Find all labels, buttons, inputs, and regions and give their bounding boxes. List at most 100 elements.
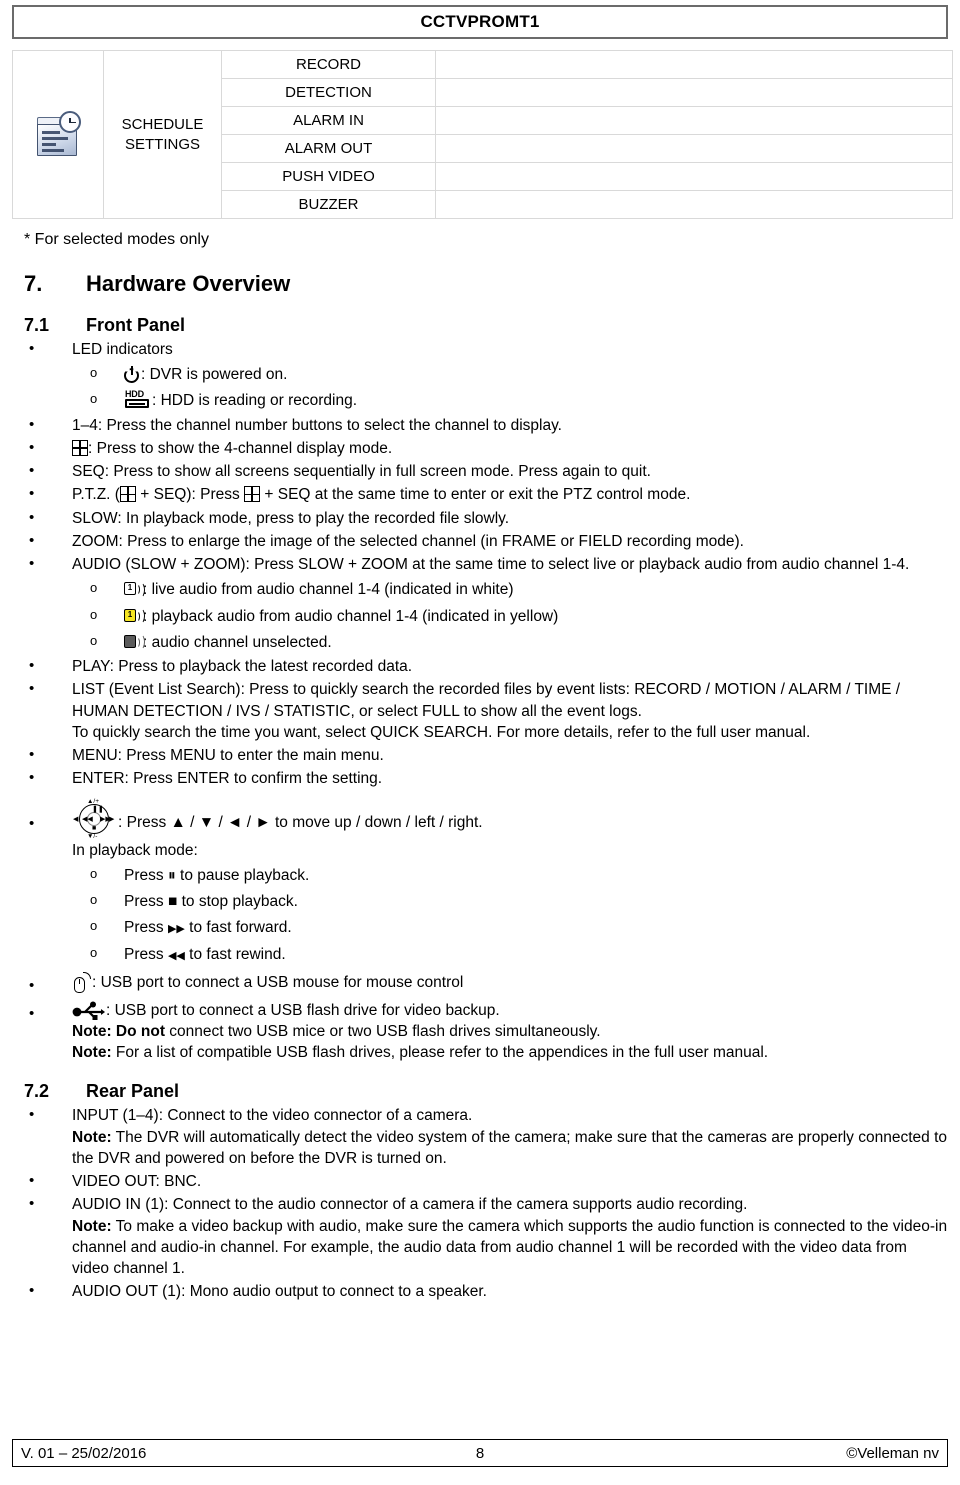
- bullet-disc: •: [29, 462, 35, 480]
- list-item-menu: • MENU: Press MENU to enter the main men…: [12, 745, 948, 766]
- schedule-label-line2: SETTINGS: [124, 135, 200, 153]
- subsection-number: 7.2: [24, 1081, 50, 1102]
- subsection-number: 7.1: [24, 315, 50, 335]
- navigation-text: : Press ▲ / ▼ / ◄ / ► to move up / down …: [118, 813, 483, 831]
- list-item-channel-buttons: • 1–4: Press the channel number buttons …: [12, 415, 948, 436]
- schedule-value-alarm-in: [435, 106, 953, 135]
- list-item-pause: o Press ⏸ to pause playback.: [72, 864, 948, 887]
- schedule-item-record: RECORD: [221, 50, 436, 79]
- footer-page-number: 8: [475, 1444, 485, 1462]
- quad-display-text: : Press to show the 4-channel display mo…: [88, 439, 393, 457]
- schedule-value-detection: [435, 78, 953, 107]
- zoom-text: ZOOM: Press to enlarge the image of the …: [72, 532, 744, 550]
- clock-icon: [59, 110, 81, 133]
- bullet-disc: •: [29, 1106, 35, 1124]
- list-item-slow: • SLOW: In playback mode, press to play …: [12, 508, 948, 529]
- stop-icon: ■: [167, 893, 178, 911]
- channel-buttons-text: 1–4: Press the channel number buttons to…: [72, 416, 562, 434]
- led-indicators-label: LED indicators: [72, 341, 173, 358]
- playback-controls-sublist: o Press ⏸ to pause playback. o Press ■ t…: [72, 864, 948, 966]
- seq-text: SEQ: Press to show all screens sequentia…: [72, 463, 651, 481]
- usb-flash-text: : USB port to connect a USB flash drive …: [106, 1001, 500, 1019]
- bullet-circle: o: [90, 365, 98, 381]
- bullet-circle: o: [90, 892, 98, 908]
- subsection-title: Rear Panel: [86, 1081, 180, 1102]
- list-item-zoom: • ZOOM: Press to enlarge the image of th…: [12, 531, 948, 552]
- audio-in-note-bold: Note:: [72, 1217, 112, 1235]
- list-item-usb-mouse: • : USB port to connect a USB mouse for …: [12, 971, 948, 994]
- page-title: CCTVPROMT1: [420, 12, 540, 31]
- list-item-power-led: o : DVR is powered on.: [72, 363, 948, 386]
- audio-in-text: AUDIO IN (1): Connect to the audio conne…: [72, 1196, 748, 1214]
- rew-pre: Press: [124, 945, 168, 963]
- list-item-video-out: • VIDEO OUT: BNC.: [12, 1171, 948, 1192]
- schedule-settings-label-cell: SCHEDULE SETTINGS: [103, 50, 222, 219]
- schedule-icon-cell: [12, 50, 104, 219]
- bullet-disc: •: [29, 438, 35, 456]
- schedule-item-alarm-in: ALARM IN: [221, 106, 436, 135]
- enter-text: ENTER: Press ENTER to confirm the settin…: [72, 770, 383, 788]
- bullet-disc: •: [29, 1195, 35, 1213]
- usb-note1-bold: Note: Do not: [72, 1023, 165, 1040]
- bullet-disc: •: [29, 531, 35, 549]
- list-text-line2: To quickly search the time you want, sel…: [72, 723, 811, 741]
- input-text: INPUT (1–4): Connect to the video connec…: [72, 1107, 473, 1125]
- bullet-circle: o: [90, 632, 98, 648]
- section-number: 7.: [24, 271, 43, 296]
- list-item-led-indicators: • LED indicators o : DVR is powered on. …: [12, 339, 948, 413]
- bullet-disc: •: [29, 976, 35, 994]
- list-item-audio: • AUDIO (SLOW + ZOOM): Press SLOW + ZOOM…: [12, 554, 948, 654]
- bullet-disc: •: [29, 485, 35, 503]
- list-item-hdd-led: o HDD : HDD is reading or recording.: [72, 389, 948, 412]
- bullet-disc: •: [29, 1282, 35, 1300]
- input-note-bold: Note:: [72, 1128, 112, 1146]
- list-item-ptz: • P.T.Z. ( + SEQ): Press + SEQ at the sa…: [12, 484, 948, 505]
- ptz-text-part2: + SEQ): Press: [135, 486, 245, 504]
- section-heading-front-panel: 7.1 Front Panel: [24, 315, 948, 336]
- list-text: LIST (Event List Search): Press to quick…: [72, 681, 901, 720]
- list-item-audio-live: o 1 : live audio from audio channel 1-4 …: [72, 578, 948, 601]
- rear-panel-list: • INPUT (1–4): Connect to the video conn…: [12, 1105, 948, 1302]
- bullet-disc: •: [29, 1172, 35, 1190]
- play-text: PLAY: Press to playback the latest recor…: [72, 658, 413, 676]
- ptz-text-part3: + SEQ at the same time to enter or exit …: [260, 486, 691, 504]
- usb-note1-rest: connect two USB mice or two USB flash dr…: [164, 1023, 601, 1040]
- quad-grid-icon: [72, 439, 88, 456]
- schedule-settings-table: SCHEDULE SETTINGS RECORD DETECTION ALARM…: [12, 50, 953, 219]
- power-icon: [124, 366, 141, 384]
- footnote-selected-modes: * For selected modes only: [24, 231, 209, 248]
- hdd-led-text: : HDD is reading or recording.: [152, 392, 358, 410]
- schedule-item-detection: DETECTION: [221, 78, 436, 107]
- usb-connector-icon: [72, 1000, 106, 1020]
- slow-text: SLOW: In playback mode, press to play th…: [72, 509, 510, 527]
- audio-text: AUDIO (SLOW + ZOOM): Press SLOW + ZOOM a…: [72, 556, 910, 574]
- schedule-item-alarm-out: ALARM OUT: [221, 134, 436, 163]
- schedule-settings-icon: [35, 110, 81, 157]
- front-panel-list: • LED indicators o : DVR is powered on. …: [12, 339, 948, 1063]
- bullet-disc: •: [29, 814, 35, 832]
- schedule-label-line1: SCHEDULE: [121, 116, 204, 134]
- document-header-box: CCTVPROMT1: [12, 5, 948, 39]
- menu-text: MENU: Press MENU to enter the main menu.: [72, 747, 384, 765]
- navigation-wheel-icon: ▲/+ ❚❚ ◀◀ ▶▶ ■ ▼/- ◀ ▶: [73, 797, 115, 840]
- footer-version: V. 01 – 25/02/2016: [21, 1444, 147, 1462]
- playback-mode-label: In playback mode:: [72, 841, 198, 859]
- quad-grid-icon: [244, 486, 261, 503]
- bullet-disc: •: [29, 555, 35, 573]
- audio-unselected-text: : audio channel unselected.: [143, 633, 332, 651]
- stop-pre: Press: [124, 893, 168, 911]
- speaker-gray-icon: [124, 633, 145, 651]
- schedule-value-record: [435, 50, 953, 79]
- ff-pre: Press: [124, 919, 168, 937]
- subsection-title: Front Panel: [86, 315, 186, 335]
- fast-rewind-icon: ◀◀: [167, 949, 185, 962]
- usb-mouse-icon: [72, 971, 92, 994]
- audio-live-text: : live audio from audio channel 1-4 (ind…: [143, 581, 514, 599]
- document-page: CCTVPROMT1 SCHEDULE SETTINGS RECORD DETE…: [0, 5, 960, 1485]
- speaker-white-icon: 1: [124, 580, 145, 598]
- bullet-disc: •: [29, 508, 35, 526]
- audio-in-note-rest: To make a video backup with audio, make …: [72, 1217, 948, 1278]
- input-note-rest: The DVR will automatically detect the vi…: [72, 1128, 947, 1167]
- bullet-circle: o: [90, 391, 98, 407]
- ptz-text-part1: P.T.Z. (: [72, 486, 120, 504]
